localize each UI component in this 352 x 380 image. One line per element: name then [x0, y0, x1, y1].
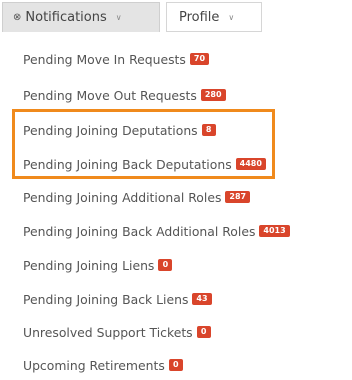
tab-profile[interactable]: Profile ∨ — [166, 2, 262, 32]
count-badge: 0 — [196, 326, 211, 338]
menu-item-pending-move-out[interactable]: Pending Move Out Requests 280 — [23, 86, 226, 104]
top-nav: ⊗ Notifications ∨ Profile ∨ — [0, 0, 352, 38]
menu-item-pending-joining-back-deputations[interactable]: Pending Joining Back Deputations 4480 — [23, 155, 266, 173]
menu-item-label: Pending Joining Back Additional Roles — [23, 223, 256, 239]
menu-item-label: Pending Joining Additional Roles — [23, 189, 222, 205]
bell-icon: ⊗ — [13, 12, 22, 23]
menu-item-label: Pending Move Out Requests — [23, 87, 197, 103]
menu-item-label: Unresolved Support Tickets — [23, 324, 193, 340]
count-badge: 0 — [168, 359, 183, 371]
chevron-down-icon: ∨ — [228, 12, 235, 22]
menu-item-label: Pending Joining Liens — [23, 257, 155, 273]
menu-item-pending-joining-back-liens[interactable]: Pending Joining Back Liens 43 — [23, 290, 212, 308]
count-badge: 70 — [189, 53, 210, 65]
tab-notifications[interactable]: ⊗ Notifications ∨ — [2, 2, 160, 32]
menu-item-label: Pending Joining Deputations — [23, 122, 198, 138]
tab-notifications-label: Notifications — [25, 10, 107, 25]
menu-item-label: Upcoming Retirements — [23, 357, 165, 373]
count-badge: 4480 — [235, 158, 266, 170]
menu-item-label: Pending Move In Requests — [23, 51, 186, 67]
count-badge: 4013 — [259, 225, 290, 237]
menu-item-pending-move-in[interactable]: Pending Move In Requests 70 — [23, 50, 210, 68]
chevron-down-icon: ∨ — [115, 13, 122, 22]
menu-item-unresolved-support-tickets[interactable]: Unresolved Support Tickets 0 — [23, 323, 211, 341]
count-badge: 0 — [158, 259, 173, 271]
count-badge: 280 — [200, 89, 226, 101]
count-badge: 43 — [192, 293, 212, 305]
menu-item-upcoming-retirements[interactable]: Upcoming Retirements 0 — [23, 356, 183, 374]
count-badge: 8 — [201, 124, 216, 136]
menu-item-pending-joining-liens[interactable]: Pending Joining Liens 0 — [23, 256, 173, 274]
menu-item-pending-joining-back-additional-roles[interactable]: Pending Joining Back Additional Roles 40… — [23, 222, 290, 240]
menu-item-label: Pending Joining Back Liens — [23, 291, 189, 307]
menu-item-pending-joining-additional-roles[interactable]: Pending Joining Additional Roles 287 — [23, 188, 251, 206]
menu-item-pending-joining-deputations[interactable]: Pending Joining Deputations 8 — [23, 121, 216, 139]
menu-item-label: Pending Joining Back Deputations — [23, 156, 232, 172]
count-badge: 287 — [225, 191, 251, 203]
tab-profile-label: Profile — [179, 9, 220, 25]
